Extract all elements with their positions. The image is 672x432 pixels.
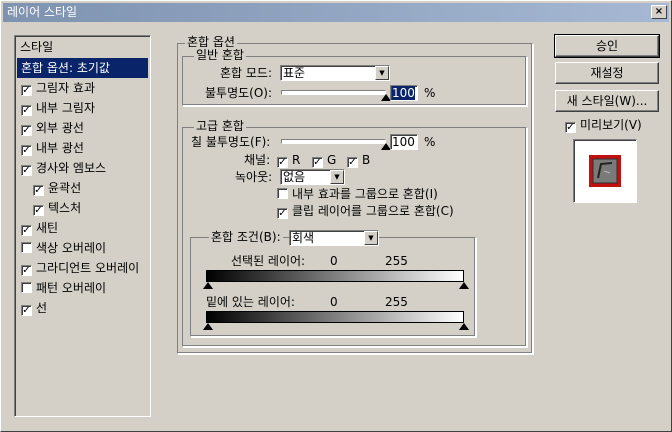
title-bar[interactable]: 레이어 스타일 × xyxy=(3,3,669,22)
style-list-item-label: 외부 광선 xyxy=(36,121,84,135)
style-list-item[interactable]: ✓ 그라디언트 오버레이 xyxy=(17,258,148,278)
style-preview xyxy=(573,139,637,203)
opacity-value: 100 xyxy=(392,86,415,100)
chevron-down-icon[interactable]: ▼ xyxy=(330,170,344,184)
style-enabled-checkbox[interactable]: ✓ xyxy=(21,165,32,176)
style-enabled-checkbox[interactable]: ✓ xyxy=(21,105,32,116)
style-list-item[interactable]: ✓ 윤곽선 xyxy=(17,178,148,198)
style-enabled-checkbox[interactable]: ✓ xyxy=(33,205,44,216)
blend-mode-value: 표준 xyxy=(283,66,306,80)
ok-button[interactable]: 승인 xyxy=(554,34,660,58)
style-list-item-label: 패턴 오버레이 xyxy=(36,281,107,295)
underlying-black-handle[interactable] xyxy=(203,323,213,330)
chevron-down-icon[interactable]: ▼ xyxy=(375,66,389,80)
style-list-item[interactable]: ✓ 내부 광선 xyxy=(17,138,148,158)
window-title: 레이어 스타일 xyxy=(7,5,78,19)
style-list-item[interactable]: ✓ 외부 광선 xyxy=(17,118,148,138)
style-list: 스타일 혼합 옵션: 초기값 ✓ 그림자 효과 ✓ 내부 그림자 ✓ 외부 광선 ✓ 내부 광선… xyxy=(14,35,151,417)
this-layer-label: 선택된 레이어: xyxy=(231,254,306,268)
opacity-slider[interactable] xyxy=(281,90,386,95)
style-enabled-checkbox[interactable]: ✓ xyxy=(21,225,32,236)
style-enabled-checkbox[interactable]: ✓ xyxy=(21,305,32,316)
blend-clipped-checkbox[interactable]: ✓ xyxy=(277,208,288,219)
channel-r-checkbox[interactable]: ✓ xyxy=(277,157,288,168)
style-preview-swatch-icon xyxy=(589,155,621,187)
style-list-item[interactable]: ✓ 선 xyxy=(17,298,148,318)
style-list-item[interactable]: 패턴 오버레이 xyxy=(17,278,148,298)
style-enabled-checkbox[interactable]: ✓ xyxy=(21,145,32,156)
style-list-item-label: 텍스처 xyxy=(48,201,82,215)
this-layer-gradient-bar xyxy=(206,270,464,282)
opacity-unit: % xyxy=(424,86,436,100)
style-list-item[interactable]: 혼합 옵션: 초기값 xyxy=(17,58,148,78)
channel-g-checkbox[interactable]: ✓ xyxy=(312,157,323,168)
style-list-item[interactable]: 색상 오버레이 xyxy=(17,238,148,258)
style-list-item-label: 새틴 xyxy=(36,221,59,235)
underlying-layer-min: 0 xyxy=(330,295,338,309)
opacity-input[interactable]: 100 xyxy=(390,85,418,101)
style-enabled-checkbox[interactable]: ✓ xyxy=(21,85,32,96)
knockout-select[interactable]: 없음 ▼ xyxy=(280,169,345,185)
blend-if-value: 회색 xyxy=(292,231,315,245)
channels-label: 채널: xyxy=(244,153,271,167)
this-layer-max: 255 xyxy=(385,254,408,268)
blend-interior-option[interactable]: 내부 효과를 그룹으로 혼합(I) xyxy=(277,186,438,202)
general-blending-title: 일반 혼합 xyxy=(194,48,246,62)
style-list-item[interactable]: ✓ 새틴 xyxy=(17,218,148,238)
channel-b-checkbox[interactable]: ✓ xyxy=(347,157,358,168)
style-list-item-label: 윤곽선 xyxy=(48,181,82,195)
opacity-label: 불투명도(O): xyxy=(205,86,273,100)
channel-b[interactable]: ✓ B xyxy=(347,152,370,168)
style-enabled-checkbox[interactable]: ✓ xyxy=(33,185,44,196)
advanced-blending-title: 고급 혼합 xyxy=(194,119,246,133)
style-list-item-label: 그라디언트 오버레이 xyxy=(36,261,140,275)
fill-opacity-input[interactable]: 100 xyxy=(390,134,418,150)
knockout-value: 없음 xyxy=(283,170,306,184)
knockout-label: 녹아웃: xyxy=(235,170,273,184)
blend-clipped-option[interactable]: ✓ 클립 레이어를 그룹으로 혼합(C) xyxy=(277,203,454,219)
close-button[interactable]: × xyxy=(651,5,667,19)
style-list-item[interactable]: ✓ 그림자 효과 xyxy=(17,78,148,98)
style-enabled-checkbox[interactable]: ✓ xyxy=(21,265,32,276)
preview-checkbox[interactable]: ✓ xyxy=(565,122,576,133)
style-list-item[interactable]: ✓ 내부 그림자 xyxy=(17,98,148,118)
this-layer-white-handle[interactable] xyxy=(459,282,469,289)
fill-opacity-slider[interactable] xyxy=(281,139,386,144)
style-list-item-label: 내부 그림자 xyxy=(36,101,96,115)
underlying-layer-label: 밑에 있는 레이어: xyxy=(206,295,295,309)
this-layer-black-handle[interactable] xyxy=(203,282,213,289)
style-list-item-label: 경사와 엠보스 xyxy=(36,161,107,175)
preview-option[interactable]: ✓ 미리보기(V) xyxy=(565,117,642,133)
style-list-item[interactable]: ✓ 경사와 엠보스 xyxy=(17,158,148,178)
blend-mode-select[interactable]: 표준 ▼ xyxy=(280,65,390,81)
fill-opacity-value: 100 xyxy=(392,135,415,149)
fill-opacity-unit: % xyxy=(424,135,436,149)
fill-opacity-label: 칠 불투명도(F): xyxy=(191,135,271,149)
style-list-item-label: 색상 오버레이 xyxy=(36,241,107,255)
channel-g[interactable]: ✓ G xyxy=(312,152,336,168)
new-style-button[interactable]: 새 스타일(W)... xyxy=(555,90,659,112)
reset-button[interactable]: 재설정 xyxy=(555,62,659,84)
style-list-item-label: 그림자 효과 xyxy=(36,81,96,95)
style-list-item-label: 선 xyxy=(36,301,48,315)
layer-style-dialog: 레이어 스타일 × 스타일 혼합 옵션: 초기값 ✓ 그림자 효과 ✓ 내부 그림자 ✓ 외… xyxy=(0,0,672,432)
blend-if-label: 혼합 조건(B): xyxy=(209,230,283,244)
channel-r[interactable]: ✓ R xyxy=(277,152,300,168)
style-enabled-checkbox[interactable] xyxy=(21,282,32,293)
underlying-layer-max: 255 xyxy=(385,295,408,309)
blend-mode-label: 혼합 모드: xyxy=(220,66,273,80)
this-layer-min: 0 xyxy=(330,254,338,268)
blend-if-select[interactable]: 회색 ▼ xyxy=(289,230,379,246)
style-list-item-label: 내부 광선 xyxy=(36,141,84,155)
underlying-layer-gradient-bar xyxy=(206,311,464,323)
style-enabled-checkbox[interactable]: ✓ xyxy=(21,125,32,136)
blend-interior-checkbox[interactable] xyxy=(277,188,288,199)
underlying-white-handle[interactable] xyxy=(459,323,469,330)
chevron-down-icon[interactable]: ▼ xyxy=(364,231,378,245)
style-list-header[interactable]: 스타일 xyxy=(17,38,148,57)
style-list-item-label: 혼합 옵션: 초기값 xyxy=(21,61,110,75)
style-list-item[interactable]: ✓ 텍스처 xyxy=(17,198,148,218)
style-enabled-checkbox[interactable] xyxy=(21,242,32,253)
